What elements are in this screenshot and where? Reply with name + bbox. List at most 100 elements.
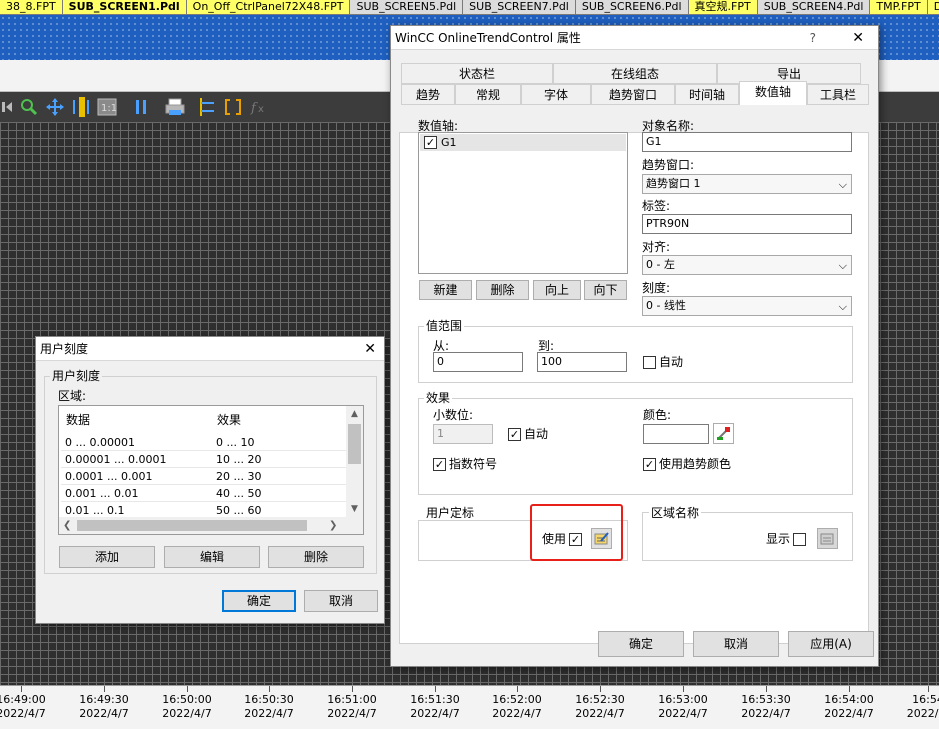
file-tab[interactable]: SUB_SCREEN5.Pdl bbox=[350, 0, 464, 14]
region-label: 区域: bbox=[58, 389, 87, 403]
new-button[interactable]: 新建 bbox=[419, 280, 472, 300]
effect-group-label: 效果 bbox=[424, 391, 453, 405]
file-tab[interactable]: SUB_SCREEN4.Pdl bbox=[757, 0, 871, 14]
file-tab[interactable]: SUB_SCREEN6.Pdl bbox=[575, 0, 689, 14]
use-trend-color-label: 使用趋势颜色 bbox=[659, 457, 732, 471]
hscroll-thumb[interactable] bbox=[77, 520, 307, 531]
tab-status-bar[interactable]: 状态栏 bbox=[401, 63, 553, 84]
tab-time-axis[interactable]: 时间轴 bbox=[675, 84, 739, 105]
tab-value-axis[interactable]: 数值轴 bbox=[739, 81, 807, 105]
tab-font[interactable]: 字体 bbox=[521, 84, 591, 105]
select-data-icon[interactable] bbox=[196, 96, 218, 118]
tag-label: 标签: bbox=[642, 199, 671, 213]
close-icon[interactable]: ✕ bbox=[364, 337, 376, 361]
region-table[interactable]: 数据 效果 0 ... 0.00001 0 ... 10 0.00001 ... 0… bbox=[58, 405, 364, 535]
delete-button[interactable]: 删除 bbox=[268, 546, 364, 568]
formula-icon[interactable]: fx bbox=[248, 96, 270, 118]
tab-trend[interactable]: 趋势 bbox=[401, 84, 455, 105]
exp-notation-checkbox[interactable]: ✓ 指数符号 bbox=[433, 457, 497, 471]
ruler-icon[interactable] bbox=[70, 96, 92, 118]
edit-area-name-icon[interactable] bbox=[817, 528, 838, 549]
add-button[interactable]: 添加 bbox=[59, 546, 155, 568]
color-swatch[interactable] bbox=[643, 424, 709, 444]
move-down-button[interactable]: 向下 bbox=[584, 280, 627, 300]
decimal-auto-box[interactable]: ✓ bbox=[508, 427, 521, 441]
file-tab[interactable]: 真空规.FPT bbox=[688, 0, 758, 14]
file-tab[interactable]: TMP.FPT bbox=[870, 0, 928, 14]
file-tab[interactable]: 38_8.FPT bbox=[0, 0, 63, 14]
color-picker-icon[interactable] bbox=[713, 423, 734, 444]
tab-trend-window[interactable]: 趋势窗口 bbox=[591, 84, 675, 105]
edit-button[interactable]: 编辑 bbox=[164, 546, 260, 568]
ok-button[interactable]: 确定 bbox=[598, 631, 684, 657]
align-select[interactable]: 0 - 左 ⌵ bbox=[642, 255, 852, 275]
use-trend-color-box[interactable]: ✓ bbox=[643, 457, 656, 471]
vertical-scrollbar[interactable]: ▲ ▼ bbox=[346, 406, 363, 518]
tab-toolbar[interactable]: 工具栏 bbox=[807, 84, 869, 105]
table-row[interactable]: 0.001 ... 0.01 40 ... 50 bbox=[61, 485, 347, 502]
axis-checkbox[interactable]: ✓ bbox=[424, 136, 437, 149]
column-header-data[interactable]: 数据 bbox=[59, 406, 210, 434]
table-row[interactable]: 0 ... 0.00001 0 ... 10 bbox=[61, 434, 347, 451]
scroll-right-icon[interactable]: ❯ bbox=[329, 517, 337, 534]
column-header-effect[interactable]: 效果 bbox=[210, 406, 345, 434]
close-icon[interactable]: ✕ bbox=[852, 26, 864, 50]
original-size-icon[interactable]: 1:1 bbox=[96, 96, 118, 118]
time-label: 16:49:00 2022/4/7 bbox=[0, 693, 51, 721]
scroll-up-icon[interactable]: ▲ bbox=[346, 406, 363, 423]
decimal-field[interactable]: 1 bbox=[433, 424, 493, 444]
file-tab[interactable]: SUB_SCREEN1.Pdl bbox=[62, 0, 187, 14]
scroll-thumb[interactable] bbox=[348, 424, 361, 464]
object-name-field[interactable]: G1 bbox=[642, 132, 852, 152]
properties-title: WinCC OnlineTrendControl 属性 bbox=[395, 31, 581, 45]
time-tick bbox=[517, 686, 518, 692]
help-icon[interactable]: ? bbox=[810, 26, 816, 50]
exp-notation-box[interactable]: ✓ bbox=[433, 457, 446, 471]
trend-window-select[interactable]: 趋势窗口 1 ⌵ bbox=[642, 174, 852, 194]
zoom-icon[interactable] bbox=[18, 96, 40, 118]
auto-range-label: 自动 bbox=[659, 355, 684, 369]
file-tab[interactable]: SUB_SCREEN7.Pdl bbox=[463, 0, 576, 14]
time-tick bbox=[269, 686, 270, 692]
time-label-date: 2022/4/7 bbox=[658, 707, 708, 720]
cancel-button[interactable]: 取消 bbox=[304, 590, 378, 612]
file-tab[interactable]: On_Off_CtrlPanel72X48.FPT bbox=[186, 0, 351, 14]
scale-select[interactable]: 0 - 线性 ⌵ bbox=[642, 296, 852, 316]
scroll-down-icon[interactable]: ▼ bbox=[346, 501, 363, 518]
delete-button[interactable]: 删除 bbox=[476, 280, 529, 300]
bracket-icon[interactable] bbox=[222, 96, 244, 118]
move-up-button[interactable]: 向上 bbox=[533, 280, 581, 300]
decimal-auto-checkbox[interactable]: ✓ 自动 bbox=[508, 427, 548, 441]
tab-general[interactable]: 常规 bbox=[455, 84, 521, 105]
move-icon[interactable] bbox=[44, 96, 66, 118]
show-area-name-box[interactable] bbox=[793, 532, 807, 546]
svg-text:f: f bbox=[250, 101, 258, 116]
value-axis-list[interactable]: ✓ G1 bbox=[418, 132, 628, 274]
cell-effect: 20 ... 30 bbox=[216, 470, 262, 483]
chevron-down-icon: ⌵ bbox=[838, 259, 847, 272]
cancel-button[interactable]: 取消 bbox=[693, 631, 779, 657]
to-field[interactable]: 100 bbox=[537, 352, 627, 372]
user-scale-group-label: 用户定标 bbox=[424, 506, 477, 520]
chevron-down-icon: ⌵ bbox=[838, 300, 847, 313]
horizontal-scrollbar[interactable]: ❮ ❯ bbox=[59, 517, 363, 534]
pause-icon[interactable] bbox=[130, 96, 152, 118]
tag-field[interactable]: PTR90N bbox=[642, 214, 852, 234]
nav-arrow-icon[interactable] bbox=[0, 96, 14, 118]
use-trend-color-checkbox[interactable]: ✓ 使用趋势颜色 bbox=[643, 457, 731, 471]
table-row[interactable]: 0.0001 ... 0.001 20 ... 30 bbox=[61, 468, 347, 485]
scroll-left-icon[interactable]: ❮ bbox=[63, 517, 71, 534]
auto-range-box[interactable] bbox=[643, 355, 656, 369]
table-row[interactable]: 0.00001 ... 0.0001 10 ... 20 bbox=[61, 451, 347, 468]
file-tab[interactable]: DP.FPT bbox=[927, 0, 939, 14]
from-field[interactable]: 0 bbox=[433, 352, 523, 372]
list-item[interactable]: ✓ G1 bbox=[420, 134, 626, 151]
print-icon[interactable] bbox=[164, 96, 186, 118]
time-axis: 16:49:00 2022/4/7 16:49:30 2022/4/7 16:50:00… bbox=[0, 685, 939, 729]
show-area-name-checkbox[interactable]: 显示 bbox=[766, 532, 809, 546]
apply-button[interactable]: 应用(A) bbox=[788, 631, 874, 657]
auto-range-checkbox[interactable]: 自动 bbox=[643, 355, 683, 369]
time-label: 16:53:00 2022/4/7 bbox=[653, 693, 713, 721]
tab-online-config[interactable]: 在线组态 bbox=[553, 63, 717, 84]
ok-button[interactable]: 确定 bbox=[222, 590, 296, 612]
